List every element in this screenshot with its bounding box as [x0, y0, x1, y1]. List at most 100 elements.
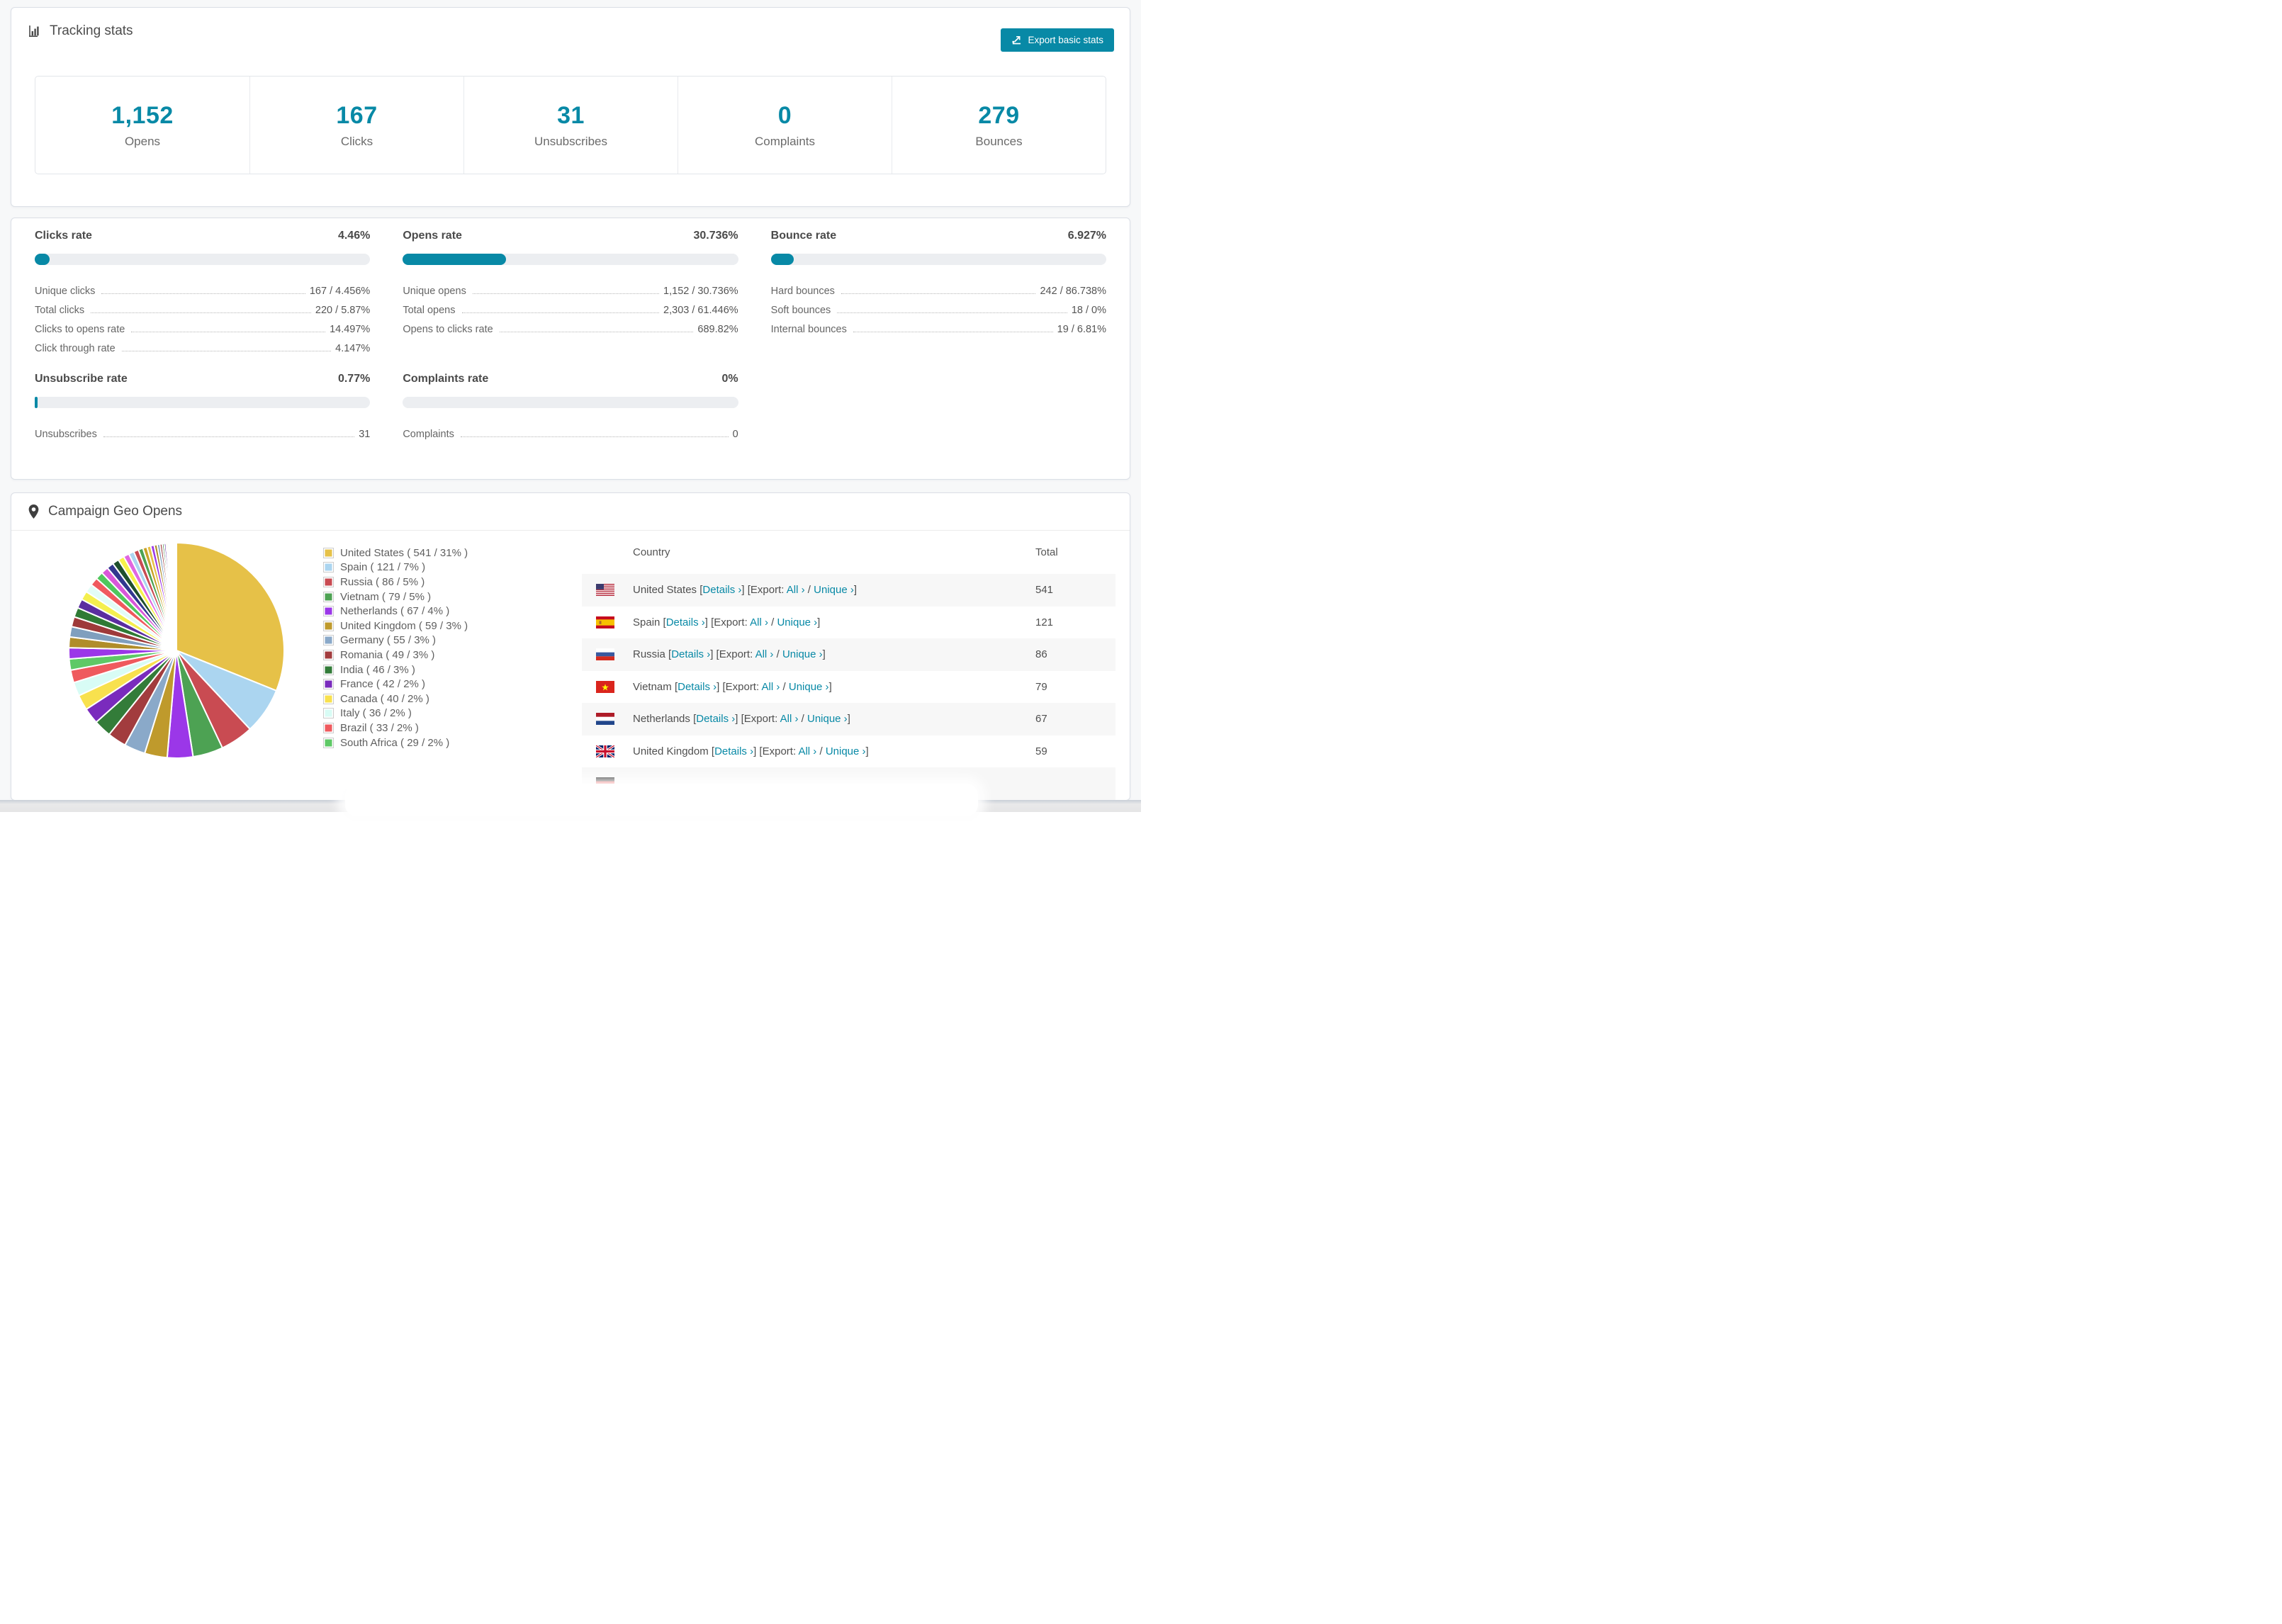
legend-label: Netherlands ( 67 / 4% ): [340, 605, 450, 618]
stat-value: 31: [557, 101, 585, 129]
progress-bar: [35, 254, 371, 265]
stat-cell-complaints: 0 Complaints: [678, 77, 892, 174]
metric-label: Unique opens: [403, 286, 466, 297]
stat-label: Bounces: [975, 134, 1023, 148]
stat-label: Clicks: [340, 134, 373, 148]
details-link[interactable]: Details ›: [702, 584, 741, 596]
legend-swatch: [323, 722, 334, 733]
stat-label: Unsubscribes: [534, 134, 607, 148]
details-link[interactable]: Details ›: [714, 745, 753, 757]
export-unique-link[interactable]: Unique ›: [807, 713, 848, 725]
table-row-spain: Spain [Details ›] [Export: All › / Uniqu…: [582, 607, 1115, 639]
legend-item-brazil: Brazil ( 33 / 2% ): [323, 721, 468, 735]
legend-label: United Kingdom ( 59 / 3% ): [340, 619, 468, 632]
legend-swatch: [323, 679, 334, 690]
row-total: 541: [1035, 584, 1054, 597]
rate-head: Complaints rate 0%: [403, 373, 738, 388]
legend-label: France ( 42 / 2% ): [340, 678, 426, 691]
metric-value: 0: [732, 429, 738, 440]
column-total: Total: [1035, 546, 1058, 558]
metric-row-unique-clicks: Unique clicks 167 / 4.456%: [35, 279, 370, 298]
rate-value: 6.927%: [1067, 230, 1106, 242]
export-unique-link[interactable]: Unique ›: [789, 681, 829, 693]
stat-label: Opens: [124, 134, 161, 148]
metric-label: Soft bounces: [770, 305, 831, 316]
metric-row-complaints: Complaints 0: [403, 422, 738, 441]
table-row-vietnam: Vietnam [Details ›] [Export: All › / Uni…: [582, 671, 1115, 704]
details-link[interactable]: Details ›: [671, 648, 710, 660]
legend-label: Spain ( 121 / 7% ): [340, 561, 426, 574]
metric-label: Total clicks: [35, 305, 85, 316]
metric-row-clicks-to-opens-rate: Clicks to opens rate 14.497%: [35, 317, 370, 337]
metric-label: Internal bounces: [770, 324, 847, 335]
metric-label: Total opens: [403, 305, 456, 316]
legend-swatch: [323, 591, 334, 602]
dotted-leader: [460, 436, 729, 437]
legend-swatch: [323, 693, 334, 704]
progress-fill: [35, 254, 50, 265]
export-all-link[interactable]: All ›: [780, 713, 799, 725]
country-name: Vietnam: [633, 680, 672, 693]
legend-label: Russia ( 86 / 5% ): [340, 575, 425, 588]
export-all-link[interactable]: All ›: [750, 616, 768, 628]
metric-row-unique-opens: Unique opens 1,152 / 30.736%: [403, 279, 738, 298]
table-row-russia: Russia [Details ›] [Export: All › / Uniq…: [582, 638, 1115, 671]
metric-value: 220 / 5.87%: [315, 305, 371, 316]
rate-title: Clicks rate: [35, 230, 92, 242]
row-total: 121: [1035, 616, 1054, 628]
metric-row-opens-to-clicks-rate: Opens to clicks rate 689.82%: [403, 317, 738, 337]
rate-value: 30.736%: [693, 230, 738, 242]
rate-block-bounce-rate: Bounce rate 6.927% Hard bounces 242 / 86.73…: [770, 230, 1106, 356]
rate-value: 4.46%: [337, 230, 371, 242]
metric-label: Opens to clicks rate: [403, 324, 493, 335]
rates-grid: Clicks rate 4.46% Unique clicks 167 / 4.456…: [35, 230, 1106, 441]
metric-label: Click through rate: [35, 343, 116, 354]
details-link[interactable]: Details ›: [696, 713, 735, 725]
legend-swatch: [323, 620, 334, 631]
rate-head: Opens rate 30.736%: [403, 230, 738, 245]
export-all-link[interactable]: All ›: [798, 745, 816, 757]
export-unique-link[interactable]: Unique ›: [777, 616, 817, 628]
export-button-label: Export basic stats: [1028, 35, 1103, 45]
metric-row-soft-bounces: Soft bounces 18 / 0%: [771, 298, 1106, 317]
export-all-link[interactable]: All ›: [755, 648, 774, 660]
page: { "accent": "#0889a6", "tracking": { "ti…: [0, 0, 1141, 816]
metric-label: Clicks to opens rate: [35, 324, 125, 335]
details-link[interactable]: Details ›: [666, 616, 705, 628]
campaign-geo-opens-card: Campaign Geo Opens United States ( 541 /…: [11, 492, 1130, 801]
country-flag-nl: [596, 713, 614, 726]
table-row-united-kingdom: United Kingdom [Details ›] [Export: All …: [582, 735, 1115, 768]
export-unique-link[interactable]: Unique ›: [826, 745, 866, 757]
metric-row-unsubscribes: Unsubscribes 31: [35, 422, 370, 441]
dotted-leader: [91, 312, 311, 313]
progress-fill: [770, 254, 794, 265]
export-unique-link[interactable]: Unique ›: [782, 648, 823, 660]
rate-block-clicks-rate: Clicks rate 4.46% Unique clicks 167 / 4.456…: [35, 230, 371, 356]
rate-rows: Hard bounces 242 / 86.738% Soft bounces 18 …: [771, 279, 1106, 337]
export-icon: [1011, 35, 1022, 45]
export-basic-stats-button[interactable]: Export basic stats: [1001, 28, 1114, 52]
metric-value: 167 / 4.456%: [309, 286, 371, 297]
rate-head: Unsubscribe rate 0.77%: [35, 373, 370, 388]
export-all-link[interactable]: All ›: [787, 584, 805, 596]
details-link[interactable]: Details ›: [678, 681, 716, 693]
legend-swatch: [323, 562, 334, 573]
geo-pie-chart: [55, 529, 298, 772]
legend-label: Vietnam ( 79 / 5% ): [340, 590, 432, 603]
geo-title: Campaign Geo Opens: [48, 504, 183, 519]
row-total: 67: [1035, 713, 1047, 726]
export-unique-link[interactable]: Unique ›: [814, 584, 854, 596]
rate-rows: Unsubscribes 31: [35, 422, 370, 441]
progress-bar: [35, 397, 371, 408]
country-flag-vn: [596, 680, 614, 693]
progress-bar: [770, 254, 1106, 265]
legend-item-russia: Russia ( 86 / 5% ): [323, 575, 468, 590]
country-flag-es: [596, 616, 614, 628]
export-all-link[interactable]: All ›: [762, 681, 780, 693]
rate-value: 0.77%: [337, 373, 371, 385]
legend-item-south-africa: South Africa ( 29 / 2% ): [323, 735, 468, 750]
legend-item-spain: Spain ( 121 / 7% ): [323, 560, 468, 575]
legend-label: Germany ( 55 / 3% ): [340, 634, 437, 647]
metric-value: 1,152 / 30.736%: [663, 286, 738, 297]
metric-label: Complaints: [403, 429, 454, 440]
